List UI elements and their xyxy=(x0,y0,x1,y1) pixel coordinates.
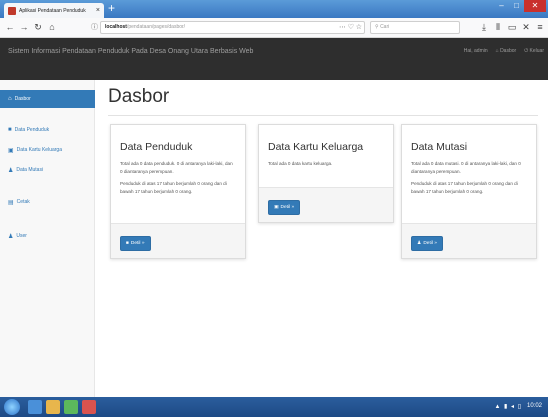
card-title: Data Penduduk xyxy=(120,141,193,153)
user-icon: ♟ xyxy=(8,233,14,240)
card-footer: ♟ Detil » xyxy=(402,223,536,258)
user-greeting-link[interactable]: Hai, admin xyxy=(464,48,488,54)
sidebar-item-label: Cetak xyxy=(16,199,30,205)
users-icon: ■ xyxy=(126,241,129,246)
app-header: Sistem Informasi Pendataan Penduduk Pada… xyxy=(0,38,548,80)
header-links: Hai, admin ⌂ Dasbor ⏻ Keluar xyxy=(464,48,544,54)
sidebar-item-user[interactable]: ♟ User xyxy=(0,228,95,244)
browser-nav-bar: ← → ↻ ⌂ ⓘ localhost/pendataan/pages/dasb… xyxy=(0,18,548,38)
back-button[interactable]: ← xyxy=(4,21,16,34)
close-x-icon[interactable]: ✕ xyxy=(520,21,532,34)
detail-button[interactable]: ♟ Detil » xyxy=(411,236,443,251)
sidebar-item-label: Data Kartu Keluarga xyxy=(16,147,62,153)
card-icon: ▣ xyxy=(274,205,279,210)
card-text: Total ada 0 data penduduk. 0 di antarany… xyxy=(120,161,233,174)
button-label: Detil » xyxy=(130,241,145,246)
favicon-icon xyxy=(8,6,16,15)
browser-tab-strip: Aplikasi Pendataan Penduduk × + – □ ✕ xyxy=(0,0,548,18)
button-label: Detil » xyxy=(423,241,437,246)
card-data-penduduk: Data Penduduk Total ada 0 data penduduk.… xyxy=(110,124,246,259)
user-move-icon: ♟ xyxy=(417,241,422,246)
address-bar[interactable]: ⓘ localhost/pendataan/pages/dasbor/ ⋯ ♡ … xyxy=(91,21,365,34)
tab-title: Aplikasi Pendataan Penduduk xyxy=(19,7,86,14)
home-button[interactable]: ⌂ xyxy=(46,21,58,34)
firefox-icon[interactable] xyxy=(82,400,96,414)
bookmark-star-icon[interactable]: ☆ xyxy=(356,22,362,33)
download-icon[interactable]: ⤓ xyxy=(478,21,490,34)
sidebar-item-dasbor[interactable]: ⌂ Dasbor xyxy=(0,90,95,108)
sidebar-item-label: Dasbor xyxy=(14,96,31,102)
reload-icon[interactable]: ↻ xyxy=(32,21,44,34)
app-title[interactable]: Sistem Informasi Pendataan Penduduk Pada… xyxy=(8,48,253,55)
pocket-icon[interactable]: ♡ xyxy=(348,22,354,33)
ie-icon[interactable] xyxy=(28,400,42,414)
card-icon: ▣ xyxy=(8,147,14,154)
card-text: Total ada 0 data mutasi. 0 di antaranya … xyxy=(411,161,521,174)
search-placeholder: Cari xyxy=(380,24,390,30)
sidebar-item-cetak[interactable]: ▤ Cetak xyxy=(0,194,95,210)
home-icon: ⌂ xyxy=(8,96,12,102)
url-host: localhost xyxy=(105,24,127,30)
clock[interactable]: 10:02 xyxy=(527,403,542,409)
button-label: Detil » xyxy=(280,205,295,210)
folder-icon[interactable] xyxy=(46,400,60,414)
sidebar-item-data-penduduk[interactable]: ■ Data Penduduk xyxy=(0,122,95,138)
card-footer: ▣ Detil » xyxy=(259,187,393,222)
users-icon: ■ xyxy=(8,127,12,133)
start-button[interactable] xyxy=(4,399,20,415)
sidebar-item-label: Data Penduduk xyxy=(14,127,50,133)
card-data-mutasi: Data Mutasi Total ada 0 data mutasi. 0 d… xyxy=(401,124,537,259)
detail-button[interactable]: ■ Detil » xyxy=(120,236,151,251)
card-title: Data Kartu Keluarga xyxy=(268,141,364,153)
card-footer: ■ Detil » xyxy=(111,223,245,258)
window-controls: – □ ✕ xyxy=(494,0,546,12)
media-icon[interactable] xyxy=(64,400,78,414)
title-divider xyxy=(108,115,538,116)
search-input[interactable]: ⚲ Cari xyxy=(370,21,460,34)
windows-taskbar: ▲ ▮ ◂ ▯ 10:02 xyxy=(0,397,548,417)
sidebar-item-label: User xyxy=(16,233,27,239)
card-title: Data Mutasi xyxy=(411,141,468,153)
minimize-button[interactable]: – xyxy=(494,0,509,12)
detail-button[interactable]: ▣ Detil » xyxy=(268,200,301,215)
logout-label: Keluar xyxy=(529,48,544,54)
system-tray[interactable]: ▲ ▮ ◂ ▯ xyxy=(494,403,522,410)
url-path: /pendataan/pages/dasbor/ xyxy=(126,24,186,30)
header-home-label: Dasbor xyxy=(500,48,517,54)
user-move-icon: ♟ xyxy=(8,167,14,174)
new-tab-button[interactable]: + xyxy=(108,1,115,15)
page-actions-icon[interactable]: ⋯ xyxy=(339,22,346,33)
sidebar-item-data-kartu-keluarga[interactable]: ▣ Data Kartu Keluarga xyxy=(0,142,95,158)
library-icon[interactable]: ⫴ xyxy=(492,21,504,34)
forward-button[interactable]: → xyxy=(18,21,30,34)
card-text: Total ada 0 data kartu keluarga. xyxy=(268,161,333,166)
info-icon[interactable]: ⓘ xyxy=(91,22,98,33)
card-data-kartu-keluarga: Data Kartu Keluarga Total ada 0 data kar… xyxy=(258,124,394,223)
tab-close-icon[interactable]: × xyxy=(96,7,100,14)
sidebar-item-data-mutasi[interactable]: ♟ Data Mutasi xyxy=(0,162,95,178)
browser-tab[interactable]: Aplikasi Pendataan Penduduk × xyxy=(4,3,104,18)
card-text: Penduduk di atas 17 tahun berjumlah 0 or… xyxy=(411,181,518,194)
menu-icon[interactable]: ≡ xyxy=(534,21,546,34)
card-text: Penduduk di atas 17 tahun berjumlah 0 or… xyxy=(120,181,227,194)
sidebar: ⌂ Dasbor ■ Data Penduduk ▣ Data Kartu Ke… xyxy=(0,80,95,397)
sidebar-item-label: Data Mutasi xyxy=(16,167,44,173)
logout-link[interactable]: ⏻ Keluar xyxy=(524,48,544,54)
print-icon: ▤ xyxy=(8,199,14,206)
maximize-button[interactable]: □ xyxy=(509,0,524,12)
header-home-link[interactable]: ⌂ Dasbor xyxy=(496,48,517,54)
window-close-button[interactable]: ✕ xyxy=(524,0,546,12)
page-title: Dasbor xyxy=(108,86,170,107)
sidebar-toggle-icon[interactable]: ▭ xyxy=(506,21,518,34)
